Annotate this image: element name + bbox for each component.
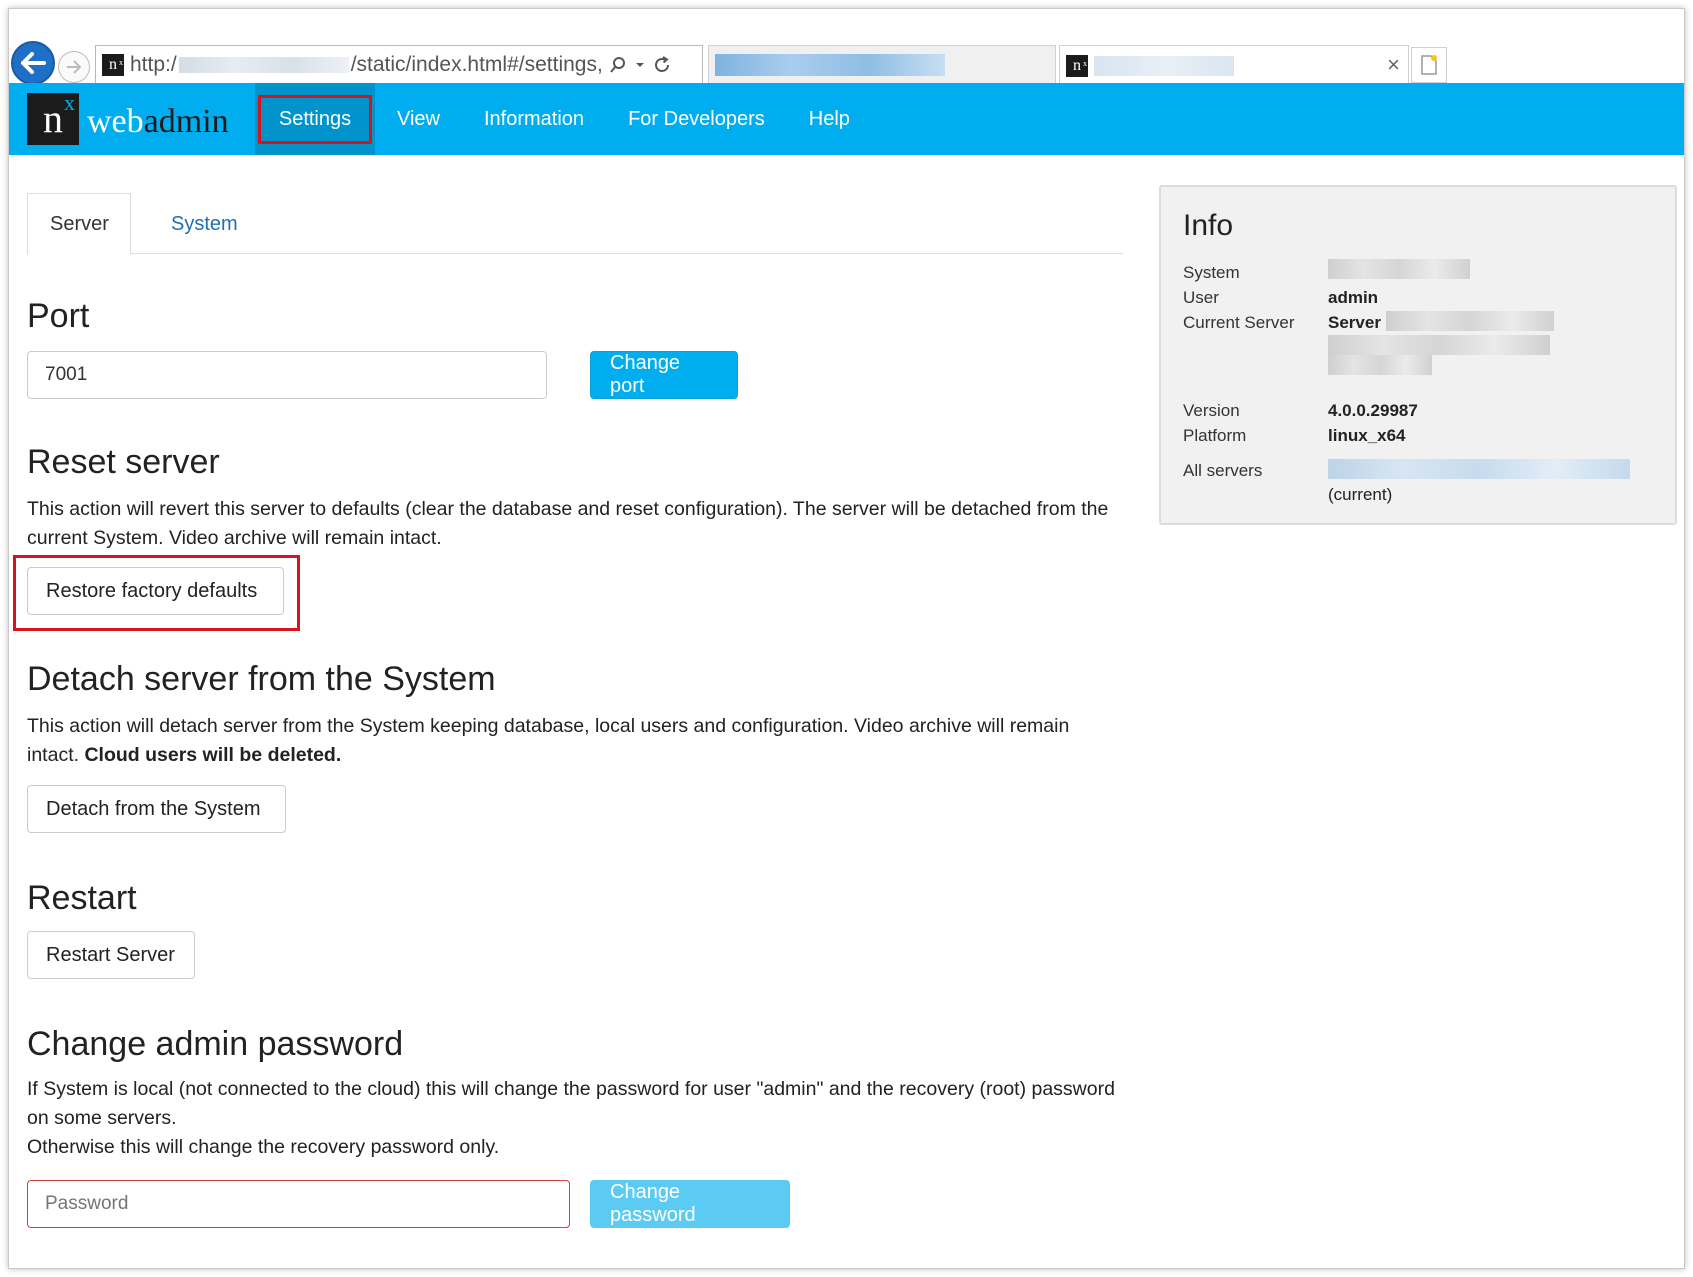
info-current-server-value: Server [1328, 313, 1381, 332]
redacted-server-detail [1328, 335, 1550, 355]
restore-factory-defaults-button[interactable]: Restore factory defaults [27, 567, 284, 615]
change-password-heading: Change admin password [27, 1025, 404, 1063]
url-path: /static/index.html#/settings, [350, 53, 603, 76]
detach-warning: Cloud users will be deleted. [84, 744, 342, 766]
nx-logo[interactable]: n x [27, 90, 79, 145]
dropdown-caret-icon[interactable] [635, 61, 645, 69]
new-tab-button[interactable] [1411, 47, 1447, 83]
site-favicon-icon: nx [102, 54, 124, 76]
info-version-value: 4.0.0.29987 [1328, 401, 1418, 420]
settings-tabs: Server System [27, 193, 1123, 255]
restart-server-button[interactable]: Restart Server [27, 931, 195, 979]
nav-menu: Settings View Information For Developers… [255, 83, 872, 155]
redacted-host [178, 57, 349, 73]
detach-from-system-button[interactable]: Detach from the System [27, 785, 286, 833]
browser-window: nx http:/ /static/index.html#/settings, … [8, 8, 1685, 1269]
nav-item-help[interactable]: Help [787, 83, 872, 155]
browser-tab-active[interactable]: nx × [1059, 45, 1409, 85]
info-current-note: (current) [1328, 485, 1393, 504]
tab-favicon-icon: nx [1066, 54, 1088, 77]
back-button[interactable] [11, 41, 55, 85]
password-input[interactable] [27, 1180, 570, 1228]
redacted-system-name [1328, 259, 1470, 279]
detach-description: This action will detach server from the … [27, 715, 1070, 766]
info-user-value: admin [1328, 288, 1379, 307]
brand-name[interactable]: webadmin [87, 103, 229, 141]
info-current-server-label: Current Server [1183, 313, 1295, 332]
url-prefix: http:/ [130, 53, 177, 76]
refresh-icon[interactable] [653, 56, 671, 74]
restart-heading: Restart [27, 879, 137, 917]
address-bar[interactable]: nx http:/ /static/index.html#/settings, [95, 45, 703, 85]
info-panel: Info System User admin Current Server Se… [1159, 185, 1677, 525]
port-input[interactable]: 7001 [27, 351, 547, 399]
redacted-server-link[interactable] [1328, 459, 1630, 479]
info-all-servers-label: All servers [1183, 461, 1263, 480]
top-navbar: n x webadmin Settings View Information F… [9, 83, 1684, 155]
browser-tab-redacted[interactable] [708, 45, 1056, 85]
info-title: Info [1183, 209, 1234, 242]
info-user-label: User [1183, 288, 1219, 307]
browser-chrome: nx http:/ /static/index.html#/settings, … [9, 9, 1684, 85]
search-icon[interactable] [609, 56, 627, 74]
reset-heading: Reset server [27, 443, 220, 481]
change-password-button[interactable]: Change password [590, 1180, 790, 1228]
reset-description: This action will revert this server to d… [27, 498, 1109, 549]
change-port-button[interactable]: Change port [590, 351, 738, 399]
nav-item-information[interactable]: Information [462, 83, 606, 155]
info-version-label: Version [1183, 401, 1240, 420]
nav-item-settings[interactable]: Settings [255, 83, 375, 155]
tab-system[interactable]: System [149, 193, 260, 255]
nav-item-for-developers[interactable]: For Developers [606, 83, 787, 155]
redacted-server-name [1386, 311, 1554, 331]
nav-item-view[interactable]: View [375, 83, 462, 155]
password-description-2: Otherwise this will change the recovery … [27, 1136, 500, 1158]
password-description: If System is local (not connected to the… [27, 1078, 1115, 1129]
info-system-label: System [1183, 263, 1240, 282]
arrow-right-icon [67, 60, 82, 74]
new-tab-icon [1421, 55, 1437, 75]
redacted-server-detail-2 [1328, 355, 1432, 375]
info-platform-value: linux_x64 [1328, 426, 1406, 445]
detach-heading: Detach server from the System [27, 660, 496, 698]
arrow-left-icon [21, 52, 46, 74]
info-platform-label: Platform [1183, 426, 1247, 445]
tab-close-icon[interactable]: × [1387, 52, 1400, 78]
port-heading: Port [27, 297, 90, 335]
redacted-tab-title [1094, 55, 1234, 76]
tab-server[interactable]: Server [27, 193, 131, 255]
